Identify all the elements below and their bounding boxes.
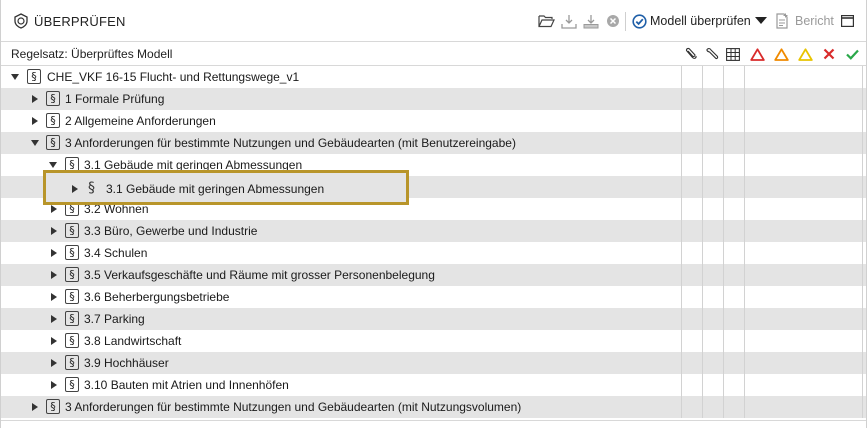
tree-row-label: 3.10 Bauten mit Atrien und Innenhöfen [84,378,289,392]
check-panel: ÜBERPRÜFEN Modell überprüfen Bericht Reg… [0,0,867,428]
tree-row[interactable]: § 1 Formale Prüfung [1,88,866,110]
column-header: Regelsatz: Überprüftes Modell [1,42,866,66]
dragged-item-label: 3.1 Gebäude mit geringen Abmessungen [106,182,325,196]
column-divider [723,66,724,418]
tree-row[interactable]: § 3.8 Landwirtschaft [1,330,866,352]
ruleset-label: Regelsatz: Überprüftes Modell [11,47,173,61]
collapse-arrow-icon[interactable] [32,117,38,125]
column-divider [862,66,863,418]
tree-row-label: 3.4 Schulen [84,246,148,260]
panel-titlebar: ÜBERPRÜFEN Modell überprüfen Bericht [1,0,866,42]
tree-row-label: 1 Formale Prüfung [65,92,165,106]
tree-row[interactable]: § 3.5 Verkaufsgeschäfte und Räume mit gr… [1,264,866,286]
tree-row-label: 3.8 Landwirtschaft [84,334,182,348]
paragraph-icon: § [65,311,79,326]
paragraph-icon: § [65,355,79,370]
collapse-arrow-icon[interactable] [51,205,57,213]
triangle-down-icon[interactable] [754,12,768,30]
paragraph-symbol: § [88,180,95,196]
paragraph-icon: § [65,223,79,238]
tree-row[interactable]: § 3 Anforderungen für bestimmte Nutzunge… [1,396,866,418]
collapse-arrow-icon[interactable] [51,337,57,345]
collapse-arrow-icon[interactable] [51,359,57,367]
window-maximize-icon[interactable] [839,12,855,30]
paperclip-icon[interactable] [683,46,699,62]
table-icon[interactable] [725,46,741,62]
collapse-arrow-icon[interactable] [32,95,38,103]
tree-row[interactable]: § 2 Allgemeine Anforderungen [1,110,866,132]
tree-row[interactable]: § 3 Anforderungen für bestimmte Nutzunge… [1,132,866,154]
check-shield-icon [13,13,29,29]
tree-row-label: 3.3 Büro, Gewerbe und Industrie [84,224,258,238]
dragged-tree-item[interactable]: § 3.1 Gebäude mit geringen Abmessungen [43,170,409,205]
collapse-arrow-icon[interactable] [51,249,57,257]
paragraph-icon: § [65,267,79,282]
paragraph-icon: § [65,245,79,260]
info-triangle-icon[interactable] [797,46,813,62]
tree-row-label: 3 Anforderungen für bestimmte Nutzungen … [65,136,516,150]
tree-row[interactable]: § 3.4 Schulen [1,242,866,264]
panel-bottom-border [1,420,866,421]
cross-icon[interactable] [821,46,837,62]
paragraph-icon: § [65,289,79,304]
column-divider [744,66,745,418]
panel-title: ÜBERPRÜFEN [34,14,126,29]
folder-open-icon[interactable] [537,12,555,30]
warning-triangle-icon[interactable] [773,46,789,62]
paragraph-icon: § [65,377,79,392]
error-triangle-icon[interactable] [749,46,765,62]
column-divider [702,66,703,418]
tree-row[interactable]: § 3.10 Bauten mit Atrien und Innenhöfen [1,374,866,396]
collapse-arrow-icon[interactable] [72,185,78,193]
tree-row-label: 2 Allgemeine Anforderungen [65,114,216,128]
collapse-arrow-icon[interactable] [32,403,38,411]
paragraph-icon: § [46,135,60,150]
collapse-arrow-icon[interactable] [51,271,57,279]
paragraph-icon: § [65,333,79,348]
tree-row-label: 3.9 Hochhäuser [84,356,169,370]
column-divider [681,66,682,418]
check-model-label: Modell überprüfen [650,14,751,28]
expand-arrow-icon[interactable] [49,162,57,168]
paragraph-icon: § [46,113,60,128]
report-label: Bericht [795,14,834,28]
paragraph-icon: § [27,69,41,84]
tree-row-label: CHE_VKF 16-15 Flucht- und Rettungswege_v… [47,70,300,84]
collapse-arrow-icon[interactable] [51,227,57,235]
wrench-icon[interactable] [704,46,720,62]
tree-row[interactable]: § 3.6 Beherbergungsbetriebe [1,286,866,308]
check-icon[interactable] [844,46,860,62]
toolbar-separator [625,12,626,31]
tree-row-label: 3.5 Verkaufsgeschäfte und Räume mit gros… [84,268,435,282]
report-button[interactable]: Bericht [795,12,834,30]
tree-row-root[interactable]: § CHE_VKF 16-15 Flucht- und Rettungswege… [1,66,866,88]
paragraph-icon: § [46,399,60,414]
collapse-arrow-icon[interactable] [51,293,57,301]
expand-arrow-icon[interactable] [11,74,19,80]
tree-row-label: 3 Anforderungen für bestimmte Nutzungen … [65,400,522,414]
report-add-icon[interactable] [774,12,790,30]
tree-row-label: 3.7 Parking [84,312,145,326]
tree-row[interactable]: § 3.7 Parking [1,308,866,330]
tree-row[interactable]: § 3.3 Büro, Gewerbe und Industrie [1,220,866,242]
expand-arrow-icon[interactable] [31,140,39,146]
check-model-button[interactable]: Modell überprüfen [650,12,751,30]
collapse-arrow-icon[interactable] [51,381,57,389]
tree-row-label: 3.6 Beherbergungsbetriebe [84,290,230,304]
clear-circle-icon[interactable] [604,12,622,30]
check-circle-icon[interactable] [631,12,647,30]
paragraph-icon: § [46,91,60,106]
tree-row[interactable]: § 3.9 Hochhäuser [1,352,866,374]
import-tray-icon[interactable] [560,12,578,30]
export-tray-icon[interactable] [582,12,600,30]
collapse-arrow-icon[interactable] [51,315,57,323]
